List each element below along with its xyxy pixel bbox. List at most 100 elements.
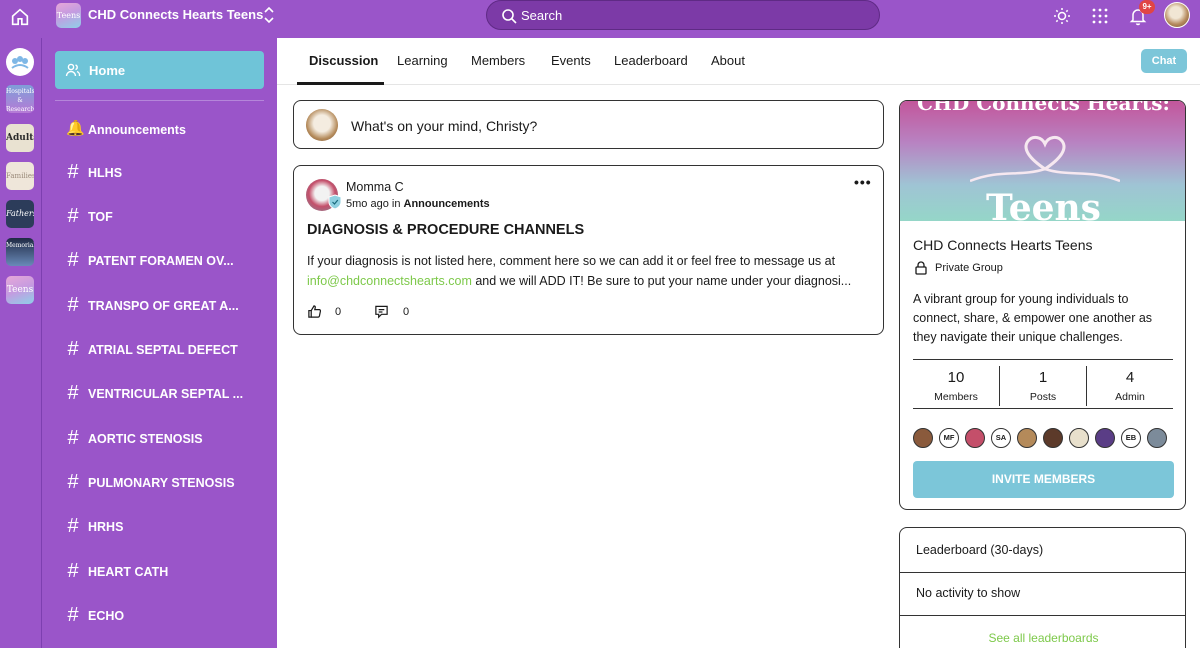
sidebar-item-channel[interactable]: # ATRIAL SEPTAL DEFECT <box>64 338 264 362</box>
hash-icon: # <box>67 205 79 227</box>
active-tab-indicator <box>297 82 384 85</box>
sidebar-item-channel[interactable]: # TOF <box>64 205 264 229</box>
hash-icon: # <box>67 294 79 316</box>
sidebar-item-label: Announcements <box>88 123 186 137</box>
stat-number: 10 <box>947 369 965 386</box>
member-avatar[interactable] <box>913 428 933 448</box>
sidebar-item-label: ATRIAL SEPTAL DEFECT <box>88 343 238 357</box>
group-description: A vibrant group for young individuals to… <box>913 292 1153 344</box>
post-body-line: info@chdconnectshearts.com and we will A… <box>307 272 872 292</box>
post-body-line: If your diagnosis is not listed here, co… <box>307 254 836 268</box>
member-avatar[interactable] <box>1069 428 1089 448</box>
sidebar-divider <box>55 100 264 101</box>
leaderboard-title: Leaderboard (30-days) <box>916 543 1044 557</box>
sidebar-item-announcements[interactable]: 🔔 Announcements <box>64 118 264 142</box>
sidebar-item-channel[interactable]: # HLHS <box>64 161 264 185</box>
sidebar-item-home[interactable]: Home <box>55 51 264 89</box>
composer-placeholder: What's on your mind, Christy? <box>351 118 538 134</box>
post-card: Momma C 5mo ago in Announcements ••• DIA… <box>293 165 884 335</box>
member-avatar[interactable] <box>1147 428 1167 448</box>
cover-title: CHD Connects Hearts: <box>917 101 1170 115</box>
sidebar-item-channel[interactable]: # PATENT FORAMEN OV... <box>64 249 264 273</box>
post-composer[interactable]: What's on your mind, Christy? <box>293 100 884 149</box>
hash-icon: # <box>67 382 79 404</box>
sidebar-item-label: HRHS <box>88 520 124 534</box>
hash-icon: # <box>67 161 79 183</box>
sidebar-item-label: TOF <box>88 210 113 224</box>
tab-leaderboard[interactable]: Leaderboard <box>614 53 688 68</box>
rail-adults[interactable]: Adults <box>6 124 34 152</box>
comment-count: 0 <box>403 306 410 318</box>
community-logo-icon[interactable] <box>6 48 34 76</box>
comment-icon[interactable] <box>374 304 389 319</box>
sidebar: Home 🔔 Announcements # HLHS # TOF # PATE… <box>42 38 277 648</box>
rail-memorial[interactable]: Memorial <box>6 238 34 266</box>
search-bar[interactable]: Search <box>486 0 880 30</box>
post-author[interactable]: Momma C <box>346 180 404 194</box>
hash-icon: # <box>67 249 79 271</box>
sidebar-item-label: Home <box>89 63 126 78</box>
stat-label: Members <box>934 391 978 403</box>
sidebar-item-label: PATENT FORAMEN OV... <box>88 254 234 268</box>
stat-posts[interactable]: 1 Posts <box>1000 360 1086 410</box>
tab-learning[interactable]: Learning <box>397 53 448 68</box>
see-all-leaderboards-link[interactable]: See all leaderboards <box>900 631 1185 645</box>
home-icon[interactable] <box>9 6 31 28</box>
rail-fathers[interactable]: Fathers <box>6 200 34 228</box>
email-link[interactable]: info@chdconnectshearts.com <box>307 274 472 288</box>
member-avatar[interactable] <box>965 428 985 448</box>
user-avatar[interactable] <box>1164 2 1190 28</box>
hash-icon: # <box>67 338 79 360</box>
search-placeholder: Search <box>521 8 563 23</box>
member-avatar[interactable]: MF <box>939 428 959 448</box>
thumbs-up-icon[interactable] <box>307 304 322 319</box>
group-cover-image: CHD Connects Hearts: Teens <box>900 101 1185 221</box>
stat-number: 4 <box>1125 369 1135 386</box>
rail-families[interactable]: Families <box>6 162 34 190</box>
sidebar-item-channel[interactable]: # ECHO <box>64 604 264 628</box>
tab-discussion[interactable]: Discussion <box>309 53 378 68</box>
rail-teens[interactable]: Teens <box>6 276 34 304</box>
tab-events[interactable]: Events <box>551 53 591 68</box>
group-name[interactable]: CHD Connects Hearts Teens <box>88 7 263 22</box>
chevron-up-down-icon[interactable] <box>262 6 276 24</box>
bell-emoji-icon: 🔔 <box>66 120 85 137</box>
chat-button[interactable]: Chat <box>1141 49 1187 73</box>
tab-members[interactable]: Members <box>471 53 525 68</box>
stat-admin[interactable]: 4 Admin <box>1087 360 1173 410</box>
avatar <box>306 109 338 141</box>
rail-hospitals[interactable]: Hospitals & Research <box>6 85 34 113</box>
more-options-icon[interactable]: ••• <box>854 174 872 190</box>
sidebar-item-channel[interactable]: # AORTIC STENOSIS <box>64 427 264 451</box>
notification-badge: 9+ <box>1139 0 1155 14</box>
post-channel[interactable]: Announcements <box>404 198 490 210</box>
apps-grid-icon[interactable] <box>1090 6 1110 26</box>
stat-members[interactable]: 10 Members <box>913 360 999 410</box>
search-icon <box>502 9 517 24</box>
sidebar-item-channel[interactable]: # HEART CATH <box>64 560 264 584</box>
sidebar-item-channel[interactable]: # HRHS <box>64 515 264 539</box>
sun-icon[interactable] <box>1052 6 1072 26</box>
lock-icon <box>915 261 927 275</box>
tab-about[interactable]: About <box>711 53 745 68</box>
group-tabs: Discussion Learning Members Events Leade… <box>277 38 1200 85</box>
member-avatar[interactable] <box>1095 428 1115 448</box>
sidebar-item-label: VENTRICULAR SEPTAL ... <box>88 387 244 401</box>
member-avatar[interactable] <box>1043 428 1063 448</box>
sidebar-item-channel[interactable]: # TRANSPO OF GREAT A... <box>64 294 264 318</box>
sidebar-item-label: HLHS <box>88 166 123 180</box>
post-body-text: and we will ADD IT! Be sure to put your … <box>471 273 852 288</box>
member-avatar[interactable]: EB <box>1121 428 1141 448</box>
member-avatar[interactable] <box>1017 428 1037 448</box>
heart-logo-icon <box>970 135 1120 183</box>
hash-icon: # <box>67 515 79 537</box>
member-avatar[interactable]: SA <box>991 428 1011 448</box>
group-thumbnail[interactable]: Teens <box>56 3 81 28</box>
post-meta: 5mo ago in Announcements <box>346 198 490 210</box>
group-about-card: CHD Connects Hearts: Teens CHD Connects … <box>899 100 1186 510</box>
invite-members-button[interactable]: INVITE MEMBERS <box>913 461 1174 498</box>
group-stats: 10 Members 1 Posts 4 Admin <box>913 359 1173 409</box>
sidebar-item-channel[interactable]: # VENTRICULAR SEPTAL ... <box>64 382 264 406</box>
sidebar-item-channel[interactable]: # PULMONARY STENOSIS <box>64 471 264 495</box>
leaderboard-card: Leaderboard (30-days) No activity to sho… <box>899 527 1186 648</box>
